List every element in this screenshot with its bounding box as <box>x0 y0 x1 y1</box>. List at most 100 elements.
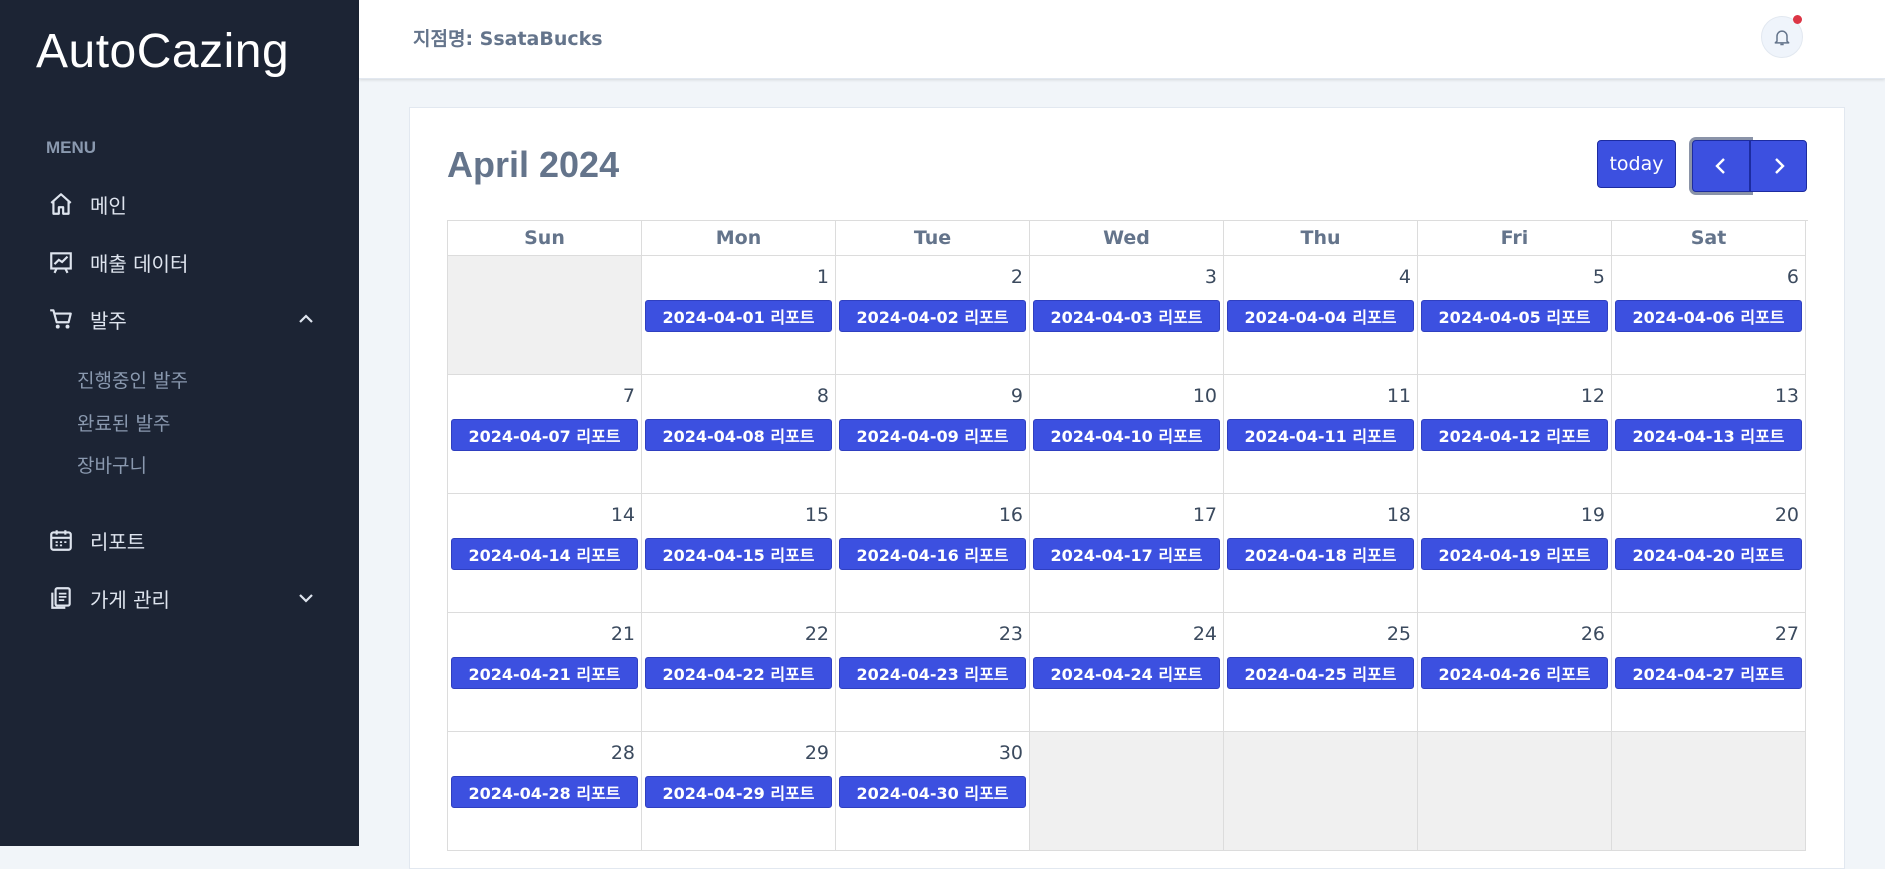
calendar-day-cell[interactable]: 10 2024-04-10 리포트 <box>1030 375 1224 494</box>
day-number[interactable]: 8 <box>817 385 829 407</box>
report-event[interactable]: 2024-04-21 리포트 <box>451 657 638 689</box>
report-event[interactable]: 2024-04-23 리포트 <box>839 657 1026 689</box>
day-number[interactable]: 11 <box>1387 385 1411 407</box>
report-event[interactable]: 2024-04-05 리포트 <box>1421 300 1608 332</box>
day-number[interactable]: 19 <box>1581 504 1605 526</box>
sidebar-item-report[interactable]: 리포트 <box>46 520 316 560</box>
report-event[interactable]: 2024-04-14 리포트 <box>451 538 638 570</box>
notification-button[interactable] <box>1761 15 1803 58</box>
calendar-day-cell[interactable]: 12 2024-04-12 리포트 <box>1418 375 1612 494</box>
report-event[interactable]: 2024-04-25 리포트 <box>1227 657 1414 689</box>
day-number[interactable]: 20 <box>1775 504 1799 526</box>
report-event[interactable]: 2024-04-08 리포트 <box>645 419 832 451</box>
day-number[interactable]: 17 <box>1193 504 1217 526</box>
sidebar-item-sales-data[interactable]: 매출 데이터 <box>46 242 316 282</box>
sidebar-subitem-orders-in-progress[interactable]: 진행중인 발주 <box>77 366 188 393</box>
day-number[interactable]: 27 <box>1775 623 1799 645</box>
calendar-day-cell[interactable]: 18 2024-04-18 리포트 <box>1224 494 1418 613</box>
report-event[interactable]: 2024-04-22 리포트 <box>645 657 832 689</box>
day-number[interactable]: 29 <box>805 742 829 764</box>
calendar-day-cell[interactable]: 13 2024-04-13 리포트 <box>1612 375 1806 494</box>
sidebar-item-store-management[interactable]: 가게 관리 <box>46 578 316 618</box>
day-number[interactable]: 30 <box>999 742 1023 764</box>
brand-logo[interactable]: AutoCazing <box>36 24 289 79</box>
sidebar-item-orders[interactable]: 발주 <box>46 299 316 339</box>
calendar-day-cell[interactable]: 1 2024-04-01 리포트 <box>642 256 836 375</box>
calendar-day-cell[interactable]: 27 2024-04-27 리포트 <box>1612 613 1806 732</box>
report-event[interactable]: 2024-04-29 리포트 <box>645 776 832 808</box>
report-event[interactable]: 2024-04-12 리포트 <box>1421 419 1608 451</box>
day-number[interactable]: 3 <box>1205 266 1217 288</box>
calendar-day-cell[interactable]: 30 2024-04-30 리포트 <box>836 732 1030 851</box>
calendar-day-cell[interactable]: 11 2024-04-11 리포트 <box>1224 375 1418 494</box>
calendar-day-cell[interactable]: 16 2024-04-16 리포트 <box>836 494 1030 613</box>
day-number[interactable]: 14 <box>611 504 635 526</box>
calendar-day-cell[interactable]: 25 2024-04-25 리포트 <box>1224 613 1418 732</box>
calendar-day-cell[interactable]: 19 2024-04-19 리포트 <box>1418 494 1612 613</box>
calendar-day-cell[interactable]: 22 2024-04-22 리포트 <box>642 613 836 732</box>
day-number[interactable]: 15 <box>805 504 829 526</box>
day-number[interactable]: 7 <box>623 385 635 407</box>
report-event[interactable]: 2024-04-20 리포트 <box>1615 538 1802 570</box>
calendar-day-cell[interactable]: 24 2024-04-24 리포트 <box>1030 613 1224 732</box>
day-number[interactable]: 18 <box>1387 504 1411 526</box>
report-event[interactable]: 2024-04-18 리포트 <box>1227 538 1414 570</box>
report-event[interactable]: 2024-04-19 리포트 <box>1421 538 1608 570</box>
day-number[interactable]: 22 <box>805 623 829 645</box>
report-event[interactable]: 2024-04-03 리포트 <box>1033 300 1220 332</box>
report-event[interactable]: 2024-04-30 리포트 <box>839 776 1026 808</box>
report-event[interactable]: 2024-04-10 리포트 <box>1033 419 1220 451</box>
sidebar-subitem-orders-completed[interactable]: 완료된 발주 <box>77 409 170 436</box>
report-event[interactable]: 2024-04-13 리포트 <box>1615 419 1802 451</box>
report-event[interactable]: 2024-04-09 리포트 <box>839 419 1026 451</box>
calendar-day-cell[interactable]: 6 2024-04-06 리포트 <box>1612 256 1806 375</box>
day-number[interactable]: 28 <box>611 742 635 764</box>
calendar-day-cell[interactable]: 15 2024-04-15 리포트 <box>642 494 836 613</box>
report-event[interactable]: 2024-04-27 리포트 <box>1615 657 1802 689</box>
calendar-day-cell[interactable]: 29 2024-04-29 리포트 <box>642 732 836 851</box>
day-number[interactable]: 5 <box>1593 266 1605 288</box>
day-number[interactable]: 4 <box>1399 266 1411 288</box>
calendar-day-cell[interactable]: 4 2024-04-04 리포트 <box>1224 256 1418 375</box>
sidebar-subitem-cart[interactable]: 장바구니 <box>77 451 147 478</box>
report-event[interactable]: 2024-04-26 리포트 <box>1421 657 1608 689</box>
next-month-button[interactable] <box>1750 140 1807 192</box>
day-number[interactable]: 9 <box>1011 385 1023 407</box>
prev-month-button[interactable] <box>1692 140 1750 192</box>
report-event[interactable]: 2024-04-04 리포트 <box>1227 300 1414 332</box>
day-number[interactable]: 12 <box>1581 385 1605 407</box>
report-event[interactable]: 2024-04-28 리포트 <box>451 776 638 808</box>
day-number[interactable]: 6 <box>1787 266 1799 288</box>
calendar-day-cell[interactable]: 8 2024-04-08 리포트 <box>642 375 836 494</box>
day-number[interactable]: 26 <box>1581 623 1605 645</box>
calendar-day-cell[interactable]: 14 2024-04-14 리포트 <box>448 494 642 613</box>
report-event[interactable]: 2024-04-16 리포트 <box>839 538 1026 570</box>
day-number[interactable]: 1 <box>817 266 829 288</box>
report-event[interactable]: 2024-04-15 리포트 <box>645 538 832 570</box>
report-event[interactable]: 2024-04-17 리포트 <box>1033 538 1220 570</box>
day-number[interactable]: 24 <box>1193 623 1217 645</box>
calendar-day-cell[interactable]: 5 2024-04-05 리포트 <box>1418 256 1612 375</box>
calendar-day-cell[interactable]: 3 2024-04-03 리포트 <box>1030 256 1224 375</box>
day-number[interactable]: 10 <box>1193 385 1217 407</box>
report-event[interactable]: 2024-04-01 리포트 <box>645 300 832 332</box>
day-number[interactable]: 23 <box>999 623 1023 645</box>
calendar-day-cell[interactable]: 23 2024-04-23 리포트 <box>836 613 1030 732</box>
day-number[interactable]: 21 <box>611 623 635 645</box>
day-number[interactable]: 13 <box>1775 385 1799 407</box>
report-event[interactable]: 2024-04-11 리포트 <box>1227 419 1414 451</box>
report-event[interactable]: 2024-04-02 리포트 <box>839 300 1026 332</box>
calendar-day-cell[interactable]: 2 2024-04-02 리포트 <box>836 256 1030 375</box>
report-event[interactable]: 2024-04-07 리포트 <box>451 419 638 451</box>
report-event[interactable]: 2024-04-06 리포트 <box>1615 300 1802 332</box>
calendar-day-cell[interactable]: 20 2024-04-20 리포트 <box>1612 494 1806 613</box>
today-button[interactable]: today <box>1597 140 1676 188</box>
calendar-day-cell[interactable]: 21 2024-04-21 리포트 <box>448 613 642 732</box>
day-number[interactable]: 16 <box>999 504 1023 526</box>
calendar-day-cell[interactable]: 17 2024-04-17 리포트 <box>1030 494 1224 613</box>
day-number[interactable]: 2 <box>1011 266 1023 288</box>
day-number[interactable]: 25 <box>1387 623 1411 645</box>
calendar-day-cell[interactable]: 26 2024-04-26 리포트 <box>1418 613 1612 732</box>
calendar-day-cell[interactable]: 28 2024-04-28 리포트 <box>448 732 642 851</box>
sidebar-item-main[interactable]: 메인 <box>46 184 316 224</box>
